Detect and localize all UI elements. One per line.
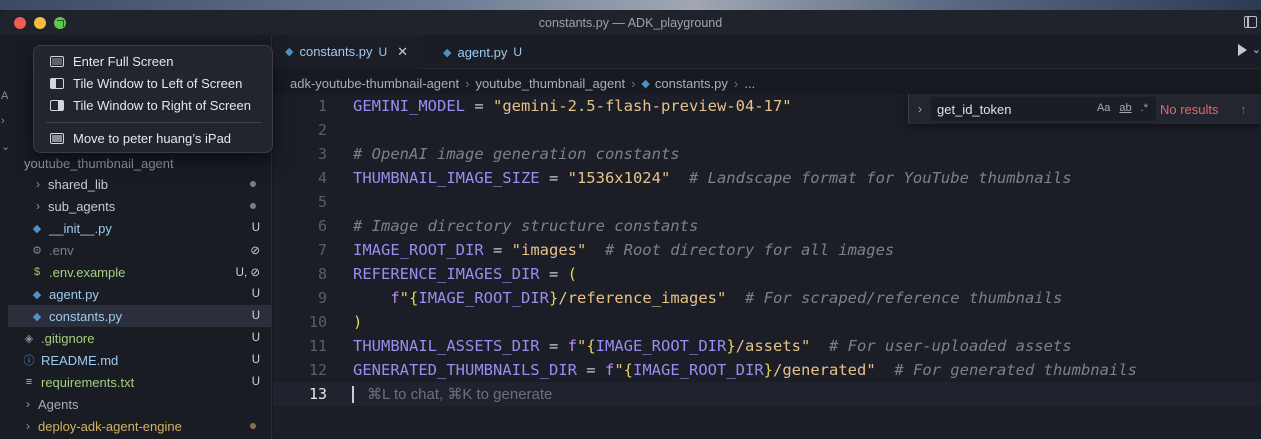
gear-icon: ⚙ — [32, 244, 42, 257]
menu-item-tile-left[interactable]: Tile Window to Left of Screen — [34, 72, 274, 94]
file-requirements[interactable]: ≡ requirements.txt U — [8, 371, 272, 393]
toggle-sidebar-icon[interactable] — [1244, 16, 1257, 28]
chevron-right-icon: › — [26, 419, 30, 433]
breadcrumb: adk-youtube-thumbnail-agent › youtube_th… — [290, 72, 755, 94]
desktop-wallpaper — [0, 0, 1261, 10]
folder-shared-lib[interactable]: › shared_lib — [8, 173, 272, 195]
menu-item-enter-full-screen[interactable]: Enter Full Screen — [34, 50, 274, 72]
breadcrumb-item[interactable]: youtube_thumbnail_agent — [475, 76, 625, 91]
folder-youtube-thumbnail-agent[interactable]: youtube_thumbnail_agent — [8, 152, 272, 174]
file-env-example[interactable]: $ .env.example U, ⊘ — [8, 261, 272, 283]
regex-icon[interactable]: .* — [1141, 102, 1148, 114]
close-window-button[interactable] — [14, 17, 26, 29]
fullscreen-icon — [50, 55, 64, 67]
code-line: 9 f"{IMAGE_ROOT_DIR}/reference_images" #… — [317, 289, 1063, 307]
code-line: 8 REFERENCE_IMAGES_DIR = ( — [317, 265, 577, 283]
tile-right-icon — [50, 99, 64, 111]
find-input[interactable]: get_id_token Aa ab .* — [931, 97, 1156, 121]
python-file-icon: ◆ — [641, 77, 650, 90]
code-line: 11 THUMBNAIL_ASSETS_DIR = f"{IMAGE_ROOT_… — [308, 337, 1072, 355]
chevron-down-icon[interactable]: ⌄ — [1252, 43, 1261, 56]
chevron-right-icon[interactable]: › — [909, 102, 931, 116]
window-title: constants.py — ADK_playground — [538, 15, 723, 30]
code-line: 12 GENERATED_THUMBNAILS_DIR = f"{IMAGE_R… — [308, 361, 1137, 379]
editor-window: constants.py — ADK_playground A › ⌄ yout… — [0, 10, 1261, 439]
menu-item-move-to-ipad[interactable]: Move to peter huang’s iPad — [34, 127, 274, 149]
folder-deploy-adk-agent-engine[interactable]: › deploy-adk-agent-engine — [8, 415, 272, 437]
breadcrumb-item[interactable]: adk-youtube-thumbnail-agent — [290, 76, 459, 91]
git-icon: ◈ — [24, 332, 34, 345]
chevron-right-icon: › — [465, 75, 470, 91]
breadcrumb-item[interactable]: ... — [744, 76, 755, 91]
chevron-right-icon: › — [631, 75, 636, 91]
chevron-right-icon[interactable]: › — [1, 115, 5, 127]
python-file-icon: ◆ — [285, 46, 294, 58]
code-line: 7 IMAGE_ROOT_DIR = "images" # Root direc… — [317, 241, 895, 259]
chevron-right-icon: › — [36, 199, 40, 213]
code-line: 3 # OpenAI image generation constants — [317, 145, 680, 163]
find-status: No results — [1160, 101, 1219, 117]
chevron-right-icon: › — [26, 397, 30, 411]
tile-left-icon — [50, 77, 64, 89]
python-file-icon: ◆ — [32, 222, 42, 235]
window-context-menu: Enter Full Screen Tile Window to Left of… — [33, 45, 273, 153]
menu-divider — [46, 122, 262, 123]
file-gitignore[interactable]: ◈ .gitignore U — [8, 327, 272, 349]
code-editor[interactable]: 1 GEMINI_MODEL = "gemini-2.5-flash-previ… — [273, 94, 1261, 439]
ipad-icon — [50, 132, 64, 144]
chevron-right-icon: › — [733, 75, 739, 91]
python-file-icon: ◆ — [32, 310, 42, 323]
title-bar: constants.py — ADK_playground — [0, 10, 1261, 35]
match-case-icon[interactable]: Aa — [1097, 102, 1110, 114]
info-icon: ⓘ — [23, 355, 35, 367]
file-agent-py[interactable]: ◆ agent.py U — [8, 283, 272, 305]
dollar-icon: $ — [33, 266, 41, 278]
breadcrumb-item[interactable]: constants.py — [655, 76, 728, 91]
modified-dot — [242, 420, 272, 432]
code-line: 10 ) — [308, 313, 363, 331]
code-line-current[interactable]: 13 ⌘L to chat, ⌘K to generate — [273, 382, 1261, 406]
chevron-right-icon: › — [36, 177, 40, 191]
editor-tabs: ◆ constants.py U ✕ ◆ agent.py U ⌄ — [273, 35, 1261, 69]
text-file-icon: ≡ — [25, 376, 33, 388]
text-cursor — [352, 386, 354, 403]
file-init-py[interactable]: ◆ __init__.py U — [8, 217, 272, 239]
previous-match-icon[interactable]: ↑ — [1240, 102, 1247, 117]
file-constants-py[interactable]: ◆ constants.py U — [8, 305, 272, 327]
python-file-icon: ◆ — [443, 46, 452, 59]
tab-constants-py[interactable]: ◆ constants.py U ✕ — [273, 35, 421, 69]
ai-hint: ⌘L to chat, ⌘K to generate — [367, 386, 553, 403]
folder-agents[interactable]: › Agents — [8, 393, 272, 415]
folder-sub-agents[interactable]: › sub_agents — [8, 195, 272, 217]
modified-dot — [242, 178, 272, 190]
whole-word-icon[interactable]: ab — [1119, 102, 1131, 114]
code-line: 5 — [317, 193, 327, 211]
file-env[interactable]: ⚙ .env ⊘ — [8, 239, 272, 261]
python-file-icon: ◆ — [32, 288, 42, 301]
fullscreen-window-button[interactable] — [54, 17, 66, 29]
file-readme[interactable]: ⓘ README.md U — [8, 349, 272, 371]
menu-item-tile-right[interactable]: Tile Window to Right of Screen — [34, 94, 274, 116]
find-widget: › get_id_token Aa ab .* No results ↑ — [908, 94, 1261, 124]
code-line: 4 THUMBNAIL_IMAGE_SIZE = "1536x1024" # L… — [317, 169, 1072, 187]
run-icon[interactable] — [1238, 44, 1247, 56]
close-tab-icon[interactable]: ✕ — [397, 44, 408, 60]
modified-dot — [242, 200, 272, 212]
tab-agent-py[interactable]: ◆ agent.py U — [431, 35, 544, 69]
minimize-window-button[interactable] — [34, 17, 46, 29]
code-line: 6 # Image directory structure constants — [317, 217, 699, 235]
